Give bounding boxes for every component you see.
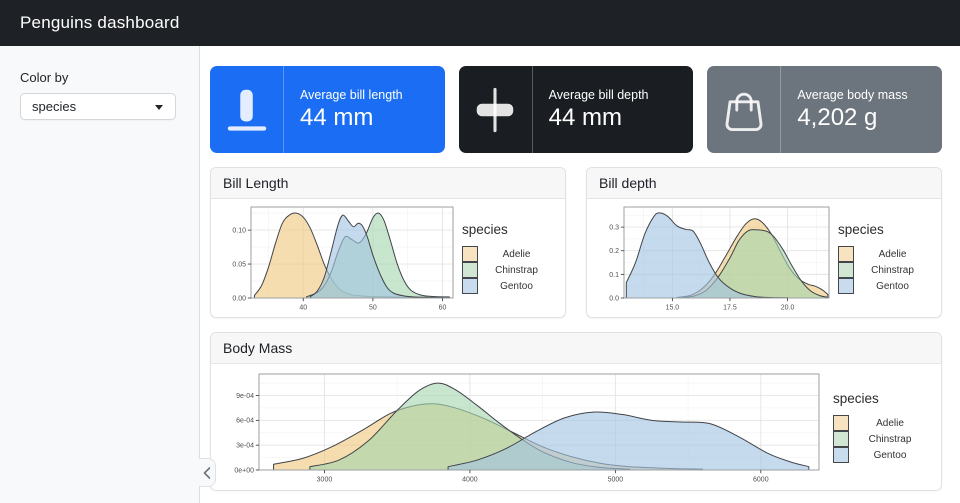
sidebar: Color by species xyxy=(0,46,200,503)
value-box-bill-depth: Average bill depth 44 mm xyxy=(459,66,694,153)
legend-entry: Adelie xyxy=(838,246,931,262)
svg-text:20.0: 20.0 xyxy=(781,305,795,312)
plot-cards-row: Bill Length 40 50 60 0.00 0.05 0.10 species A… xyxy=(210,167,942,318)
legend-entry: Adelie xyxy=(462,246,555,262)
navbar: Penguins dashboard xyxy=(0,0,960,46)
svg-text:15.0: 15.0 xyxy=(666,305,680,312)
legend-swatch xyxy=(462,278,478,294)
species-legend: species Adelie Chinstrap Gentoo xyxy=(833,391,931,463)
value-box-title: Average bill depth xyxy=(549,88,678,102)
handbag-icon xyxy=(719,83,769,137)
legend-label: Gentoo xyxy=(478,281,555,292)
legend-label: Adelie xyxy=(849,418,931,429)
legend-entry: Chinstrap xyxy=(838,262,931,278)
legend-label: Adelie xyxy=(854,249,931,260)
legend-entry: Gentoo xyxy=(462,278,555,294)
color-by-select[interactable]: species xyxy=(20,93,176,120)
value-box-value: 4,202 g xyxy=(797,105,926,131)
svg-text:0.3: 0.3 xyxy=(609,224,619,231)
legend-title: species xyxy=(833,391,931,406)
svg-text:0.05: 0.05 xyxy=(232,261,246,268)
svg-text:0.00: 0.00 xyxy=(232,295,246,302)
legend-swatch xyxy=(838,246,854,262)
value-box-body-mass: Average body mass 4,202 g xyxy=(707,66,942,153)
card-header: Body Mass xyxy=(211,333,941,364)
value-box-bill-length: Average bill length 44 mm xyxy=(210,66,445,153)
legend-swatch xyxy=(462,246,478,262)
svg-text:3000: 3000 xyxy=(317,477,333,484)
svg-text:6000: 6000 xyxy=(753,477,769,484)
chevron-left-icon xyxy=(201,465,213,481)
svg-text:0.1: 0.1 xyxy=(609,272,619,279)
legend-label: Gentoo xyxy=(854,281,931,292)
svg-text:60: 60 xyxy=(439,305,447,312)
card-bill-length: Bill Length 40 50 60 0.00 0.05 0.10 species A… xyxy=(210,167,566,318)
svg-text:0e+00: 0e+00 xyxy=(234,467,254,474)
legend-swatch xyxy=(838,262,854,278)
legend-swatch xyxy=(838,278,854,294)
species-legend: species Adelie Chinstrap Gentoo xyxy=(462,222,555,294)
legend-label: Chinstrap xyxy=(854,265,931,276)
legend-swatch xyxy=(833,431,849,447)
sidebar-collapse-toggle[interactable] xyxy=(199,458,216,487)
value-box-value: 44 mm xyxy=(300,105,429,131)
legend-entry: Chinstrap xyxy=(833,431,931,447)
card-bill-depth: Bill depth 15.0 17.5 20.0 0.0 0.1 0.2 0.3 spec… xyxy=(586,167,942,318)
svg-text:0.2: 0.2 xyxy=(609,248,619,255)
svg-text:50: 50 xyxy=(369,305,377,312)
card-title: Bill depth xyxy=(599,175,657,191)
legend-label: Adelie xyxy=(478,249,555,260)
legend-label: Gentoo xyxy=(849,450,931,461)
svg-text:6e-04: 6e-04 xyxy=(236,418,254,425)
value-box-row: Average bill length 44 mm xyxy=(210,66,942,153)
align-bottom-icon xyxy=(222,84,272,136)
card-header: Bill Length xyxy=(211,168,565,199)
legend-entry: Chinstrap xyxy=(462,262,555,278)
svg-text:3e-04: 3e-04 xyxy=(236,443,254,450)
svg-text:17.5: 17.5 xyxy=(723,305,737,312)
color-by-select-value: species xyxy=(32,99,76,114)
card-body-mass: Body Mass 3000 4000 5000 6000 0e+00 3e-04 6e-0… xyxy=(210,332,942,491)
svg-text:0.10: 0.10 xyxy=(232,227,246,234)
legend-entry: Gentoo xyxy=(838,278,931,294)
value-box-title: Average bill length xyxy=(300,88,429,102)
legend-entry: Adelie xyxy=(833,415,931,431)
legend-title: species xyxy=(838,222,931,237)
svg-text:4000: 4000 xyxy=(462,477,478,484)
align-center-icon xyxy=(470,84,520,136)
legend-swatch xyxy=(833,415,849,431)
value-box-value: 44 mm xyxy=(549,105,678,131)
body-row: Color by species xyxy=(0,46,960,503)
legend-title: species xyxy=(462,222,555,237)
main-content: Average bill length 44 mm xyxy=(200,46,960,503)
svg-text:40: 40 xyxy=(299,305,307,312)
color-by-label: Color by xyxy=(20,70,179,85)
bill-length-plot: 40 50 60 0.00 0.05 0.10 xyxy=(221,202,458,314)
legend-label: Chinstrap xyxy=(849,434,931,445)
bill-depth-plot: 15.0 17.5 20.0 0.0 0.1 0.2 0.3 xyxy=(597,202,834,314)
card-header: Bill depth xyxy=(587,168,941,199)
card-title: Bill Length xyxy=(223,175,288,191)
card-title: Body Mass xyxy=(223,340,292,356)
legend-swatch xyxy=(833,447,849,463)
legend-label: Chinstrap xyxy=(478,265,555,276)
caret-down-icon xyxy=(155,105,163,110)
body-mass-plot: 3000 4000 5000 6000 0e+00 3e-04 6e-04 9e-04 xyxy=(221,368,829,486)
app-title: Penguins dashboard xyxy=(20,13,180,33)
value-box-title: Average body mass xyxy=(797,88,926,102)
app-root: Penguins dashboard Color by species xyxy=(0,0,960,503)
svg-text:5000: 5000 xyxy=(608,477,624,484)
species-legend: species Adelie Chinstrap Gentoo xyxy=(838,222,931,294)
legend-swatch xyxy=(462,262,478,278)
legend-entry: Gentoo xyxy=(833,447,931,463)
svg-text:0.0: 0.0 xyxy=(609,295,619,302)
svg-text:9e-04: 9e-04 xyxy=(236,393,254,400)
